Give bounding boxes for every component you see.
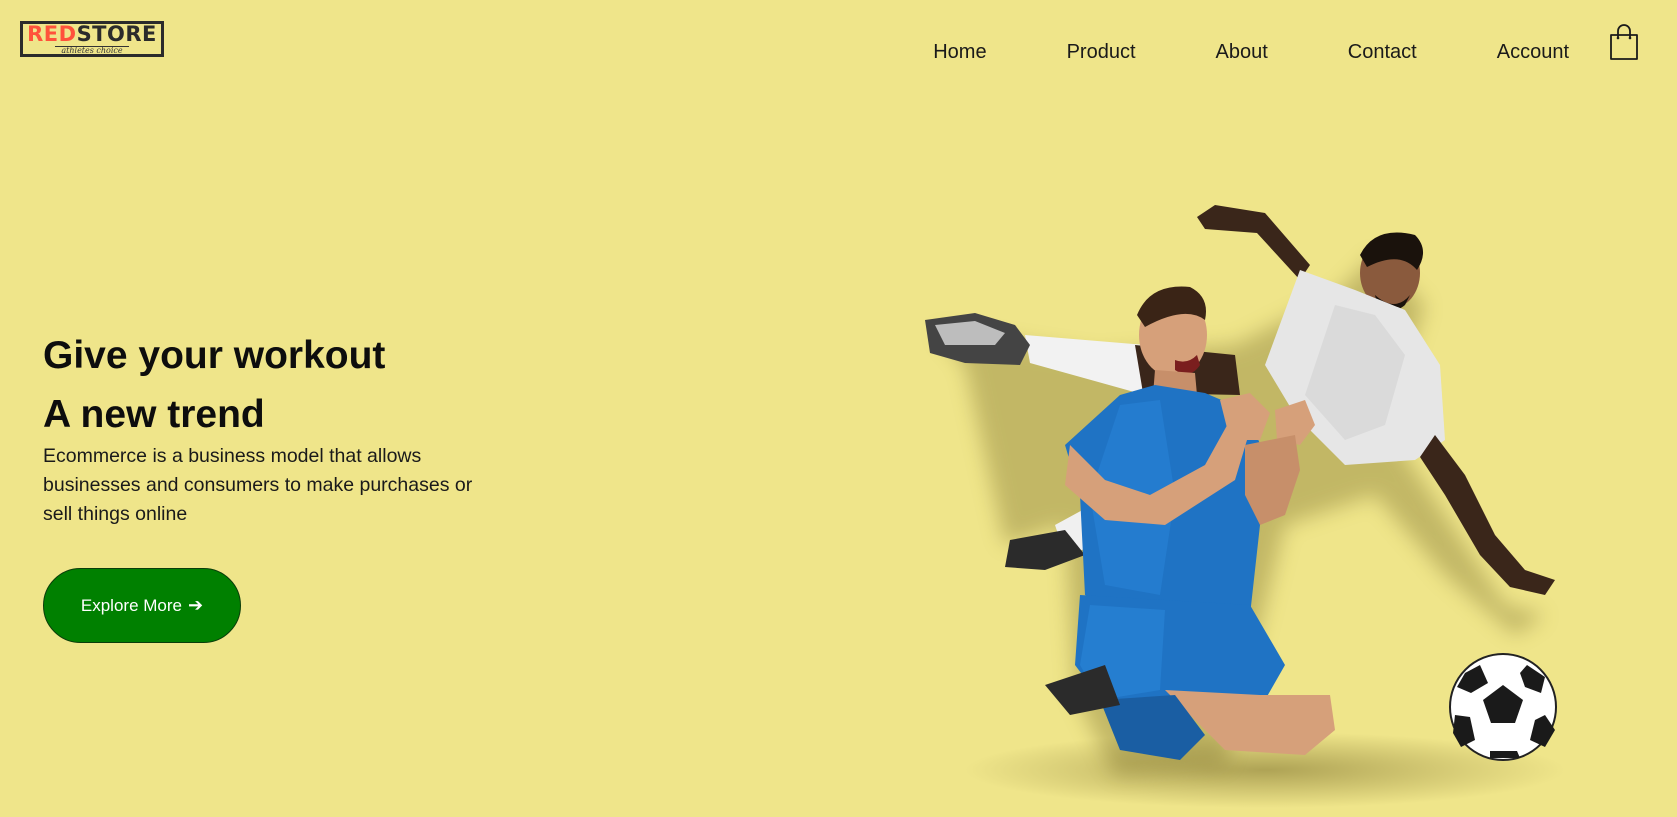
hero-title: Give your workout A new trend	[43, 326, 385, 444]
logo-wordmark: REDSTORE	[27, 24, 157, 45]
hero-title-line-1: Give your workout	[43, 334, 386, 377]
nav-item-contact[interactable]: Contact	[1348, 41, 1417, 64]
logo-red-text: RED	[27, 22, 77, 46]
nav-item-home[interactable]: Home	[933, 41, 986, 64]
main-nav: Home Product About Contact Account	[853, 41, 1569, 64]
hero-title-line-2: A new trend	[43, 393, 265, 436]
nav-item-about[interactable]: About	[1216, 41, 1268, 64]
logo-tagline: athletes choice	[55, 46, 129, 55]
nav-item-account[interactable]: Account	[1497, 41, 1569, 64]
brand-logo[interactable]: REDSTORE athletes choice	[20, 21, 164, 57]
hero-description: Ecommerce is a business model that allow…	[43, 445, 473, 525]
shopping-bag-icon[interactable]	[1609, 23, 1639, 61]
hero-image	[925, 205, 1565, 808]
explore-more-button[interactable]: Explore More ➔	[43, 568, 241, 643]
soccer-ball-icon	[1449, 653, 1557, 761]
nav-item-product[interactable]: Product	[1067, 41, 1136, 64]
logo-dark-text: STORE	[76, 22, 157, 46]
explore-more-label: Explore More	[80, 595, 182, 615]
arrow-right-icon: ➔	[188, 595, 204, 615]
